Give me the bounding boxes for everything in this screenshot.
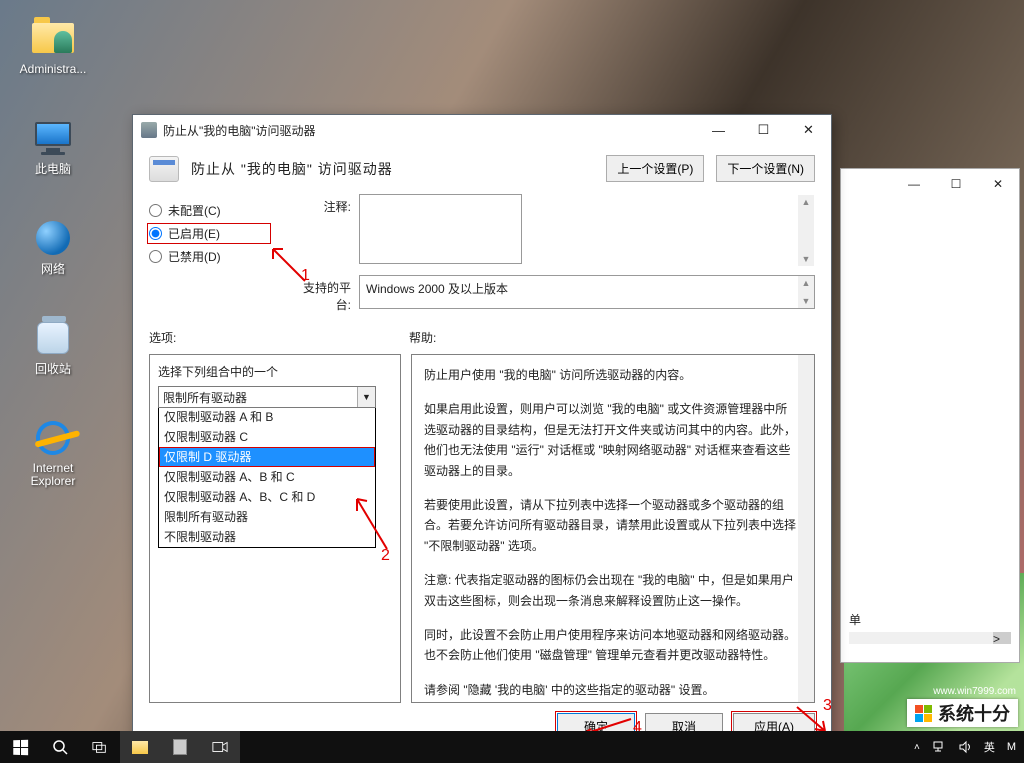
taskview-icon [92, 739, 108, 755]
previous-setting-button[interactable]: 上一个设置(P) [606, 155, 704, 182]
options-section-label: 选项: [149, 329, 409, 346]
comment-label: 注释: [289, 194, 359, 215]
close-button[interactable]: ✕ [977, 170, 1019, 198]
drive-dropdown-list[interactable]: 仅限制驱动器 A 和 B 仅限制驱动器 C 仅限制 D 驱动器 仅限制驱动器 A… [158, 407, 376, 548]
minimize-button[interactable]: — [696, 116, 741, 144]
background-label: 单 [849, 611, 861, 628]
minimize-button[interactable]: — [893, 170, 935, 198]
help-paragraph: 注意: 代表指定驱动器的图标仍会出现在 "我的电脑" 中，但是如果用户双击这些图… [424, 570, 796, 611]
watermark-url: www.win7999.com [933, 686, 1016, 697]
desktop-icon-recyclebin[interactable]: 回收站 [16, 318, 90, 376]
policy-icon [141, 122, 157, 138]
list-item[interactable]: 仅限制驱动器 C [159, 427, 375, 447]
policy-header-title: 防止从 "我的电脑" 访问驱动器 [191, 159, 594, 179]
microsoft-logo-icon [915, 705, 932, 722]
search-icon [52, 739, 68, 755]
radio-label: 未配置(C) [168, 202, 221, 219]
help-section-label: 帮助: [409, 329, 436, 346]
volume-tray-icon[interactable] [958, 740, 972, 754]
chevron-down-icon: ▼ [357, 387, 375, 407]
help-paragraph: 若要使用此设置，请从下拉列表中选择一个驱动器或多个驱动器的组合。若要允许访问所有… [424, 495, 796, 556]
platform-value: Windows 2000 及以上版本 [366, 282, 508, 296]
maximize-button[interactable]: ☐ [741, 116, 786, 144]
desktop-icon-network[interactable]: 网络 [16, 218, 90, 276]
list-item[interactable]: 仅限制驱动器 A 和 B [159, 407, 375, 427]
icon-label: Internet Explorer [16, 462, 90, 488]
scrollbar-vertical[interactable]: ▲▼ [798, 276, 814, 308]
list-item[interactable]: 仅限制驱动器 A、B 和 C [159, 467, 375, 487]
windows-logo-icon [13, 739, 28, 754]
search-button[interactable] [40, 731, 80, 763]
icon-label: 回收站 [16, 362, 90, 376]
ime-indicator[interactable]: 英 [984, 739, 995, 755]
document-icon [173, 739, 187, 755]
system-tray: ˄ 英 M [914, 739, 1024, 755]
policy-dialog: 防止从"我的电脑"访问驱动器 — ☐ ✕ 防止从 "我的电脑" 访问驱动器 上一… [132, 114, 832, 749]
radio-label: 已启用(E) [168, 225, 220, 242]
list-item[interactable]: 不限制驱动器 [159, 527, 375, 547]
combo-selected-value: 限制所有驱动器 [163, 389, 247, 406]
next-setting-button[interactable]: 下一个设置(N) [716, 155, 815, 182]
maximize-button[interactable]: ☐ [935, 170, 977, 198]
options-prompt: 选择下列组合中的一个 [158, 363, 392, 380]
start-button[interactable] [0, 731, 40, 763]
desktop-icon-admin[interactable]: Administra... [16, 18, 90, 76]
watermark-text: 系统十分 [938, 700, 1010, 726]
watermark: 系统十分 [907, 699, 1018, 727]
scroll-right-icon[interactable]: > [993, 632, 1011, 644]
ime-mode[interactable]: M [1007, 741, 1016, 753]
titlebar[interactable]: 防止从"我的电脑"访问驱动器 — ☐ ✕ [133, 115, 831, 145]
taskbar-app-explorer[interactable] [120, 731, 160, 763]
taskbar-app-recorder[interactable] [200, 731, 240, 763]
radio-enabled[interactable]: 已启用(E) [149, 225, 269, 242]
help-paragraph: 请参阅 "隐藏 '我的电脑' 中的这些指定的驱动器" 设置。 [424, 680, 796, 700]
radio-not-configured[interactable]: 未配置(C) [149, 202, 269, 219]
help-pane: 防止用户使用 "我的电脑" 访问所选驱动器的内容。 如果启用此设置，则用户可以浏… [411, 354, 815, 703]
help-paragraph: 防止用户使用 "我的电脑" 访问所选驱动器的内容。 [424, 365, 796, 385]
icon-label: 此电脑 [16, 162, 90, 176]
help-paragraph: 如果启用此设置，则用户可以浏览 "我的电脑" 或文件资源管理器中所选驱动器的目录… [424, 399, 796, 481]
comment-textarea[interactable] [359, 194, 522, 264]
window-title: 防止从"我的电脑"访问驱动器 [163, 122, 696, 139]
icon-label: 网络 [16, 262, 90, 276]
scrollbar-horizontal[interactable]: > [849, 632, 1011, 644]
taskbar-app-gpedit[interactable] [160, 731, 200, 763]
radio-label: 已禁用(D) [168, 248, 221, 265]
camera-icon [212, 739, 228, 755]
folder-icon [132, 741, 148, 754]
options-pane: 选择下列组合中的一个 限制所有驱动器 ▼ 仅限制驱动器 A 和 B 仅限制驱动器… [149, 354, 401, 703]
list-item[interactable]: 仅限制驱动器 A、B、C 和 D [159, 487, 375, 507]
list-item[interactable]: 仅限制 D 驱动器 [159, 447, 375, 467]
supported-platform-box: Windows 2000 及以上版本 ▲▼ [359, 275, 815, 309]
network-tray-icon[interactable] [932, 740, 946, 754]
platform-label: 支持的平台: [289, 275, 359, 313]
policy-header-icon [149, 156, 179, 182]
desktop-icon-thispc[interactable]: 此电脑 [16, 118, 90, 176]
desktop-icon-ie[interactable]: Internet Explorer [16, 418, 90, 488]
tray-chevron-up-icon[interactable]: ˄ [914, 742, 920, 753]
background-window: — ☐ ✕ 单 > [840, 168, 1020, 663]
drive-combo[interactable]: 限制所有驱动器 ▼ [158, 386, 376, 408]
taskbar: ˄ 英 M [0, 731, 1024, 763]
icon-label: Administra... [16, 62, 90, 76]
help-paragraph: 同时，此设置不会防止用户使用程序来访问本地驱动器和网络驱动器。也不会防止他们使用… [424, 625, 796, 666]
radio-disabled[interactable]: 已禁用(D) [149, 248, 269, 265]
close-button[interactable]: ✕ [786, 116, 831, 144]
taskview-button[interactable] [80, 731, 120, 763]
list-item[interactable]: 限制所有驱动器 [159, 507, 375, 527]
scrollbar-vertical[interactable]: ▲▼ [798, 195, 814, 266]
scrollbar-vertical[interactable] [798, 355, 814, 702]
